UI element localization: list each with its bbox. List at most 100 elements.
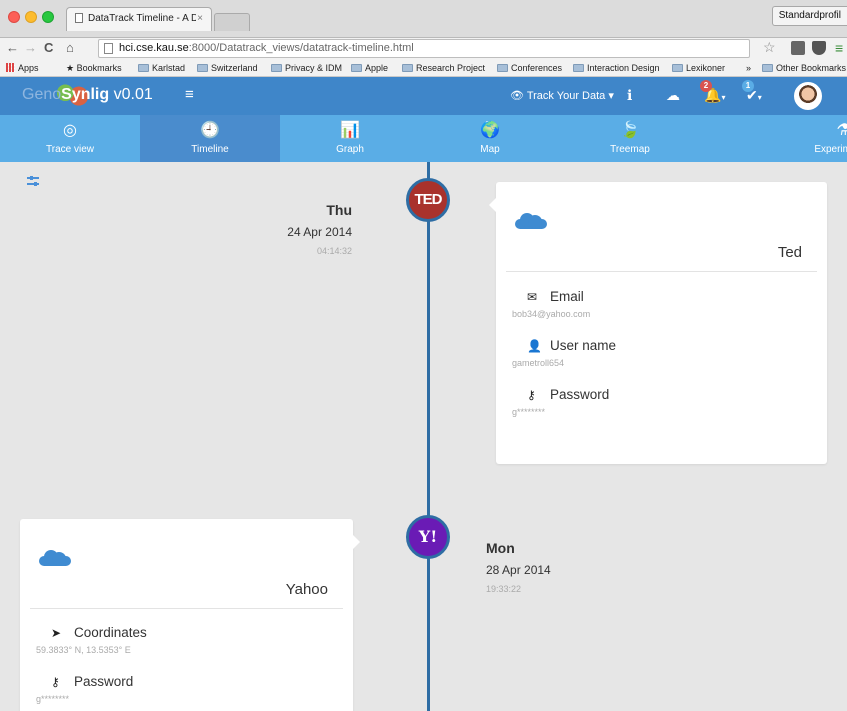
brand-version: v0.01 bbox=[109, 86, 153, 103]
brand-name: Synlig bbox=[61, 86, 110, 103]
bookmark-folder[interactable]: Lexikoner bbox=[672, 63, 725, 73]
bookmark-folder[interactable]: Privacy & IDM bbox=[271, 63, 342, 73]
notification-badge: 2 bbox=[700, 80, 712, 92]
field-label: User name bbox=[550, 338, 617, 353]
browser-tab[interactable]: DataTrack Timeline - A Dat × bbox=[66, 7, 212, 31]
tab-label: Map bbox=[480, 144, 500, 155]
tab-label: Graph bbox=[336, 144, 364, 155]
leaf-icon: 🍃 bbox=[620, 122, 640, 139]
page-icon bbox=[75, 13, 83, 23]
bookmark-folder[interactable]: Apple bbox=[351, 63, 388, 73]
filter-sliders-icon[interactable] bbox=[27, 176, 39, 186]
folder-icon bbox=[762, 64, 773, 72]
yahoo-logo-icon[interactable]: Y! bbox=[406, 515, 450, 559]
folder-icon bbox=[271, 64, 282, 72]
clock-icon: 🕘 bbox=[200, 122, 220, 139]
event-time: 19:33:22 bbox=[486, 584, 522, 594]
cloud-icon bbox=[515, 213, 547, 229]
tab-label: Trace view bbox=[46, 144, 94, 155]
card-pointer bbox=[353, 535, 360, 549]
flask-icon: ⚗ bbox=[836, 122, 847, 139]
tab-experimental[interactable]: ⚗ Experimental bbox=[700, 115, 847, 162]
back-arrow-icon[interactable]: ← bbox=[6, 40, 19, 55]
bookmark-folder[interactable]: Conferences bbox=[497, 63, 562, 73]
event-date-text: 28 Apr 2014 bbox=[486, 563, 551, 577]
field-coordinates: ➤ Coordinates 59.3833° N, 13.5353° E bbox=[36, 625, 147, 655]
key-icon: ⚷ bbox=[51, 675, 60, 689]
field-label: Password bbox=[74, 674, 134, 689]
brand[interactable]: GenoSynlig v0.01 bbox=[22, 84, 153, 106]
view-tabs: ◎ Trace view 🕘 Timeline 📊 Graph 🌍 Map 🍃 … bbox=[0, 115, 847, 162]
event-date: Mon 28 Apr 2014 19:33:22 bbox=[486, 540, 551, 594]
ted-logo-icon[interactable]: TED bbox=[406, 178, 450, 222]
field-label: Coordinates bbox=[74, 625, 147, 640]
bookmark-bookmarks[interactable]: ★ Bookmarks bbox=[66, 63, 122, 74]
reload-icon[interactable]: C bbox=[44, 40, 53, 55]
field-label: Email bbox=[550, 289, 584, 304]
bookmark-star-icon[interactable]: ☆ bbox=[763, 39, 776, 56]
tab-close-icon[interactable]: × bbox=[197, 13, 203, 24]
brand-prefix: Geno bbox=[22, 86, 62, 103]
key-icon: ⚷ bbox=[527, 388, 536, 402]
field-label: Password bbox=[550, 387, 610, 402]
window-zoom-button[interactable] bbox=[42, 11, 54, 23]
url-field[interactable]: hci.cse.kau.se:8000/Datatrack_views/data… bbox=[98, 39, 750, 58]
field-value: 59.3833° N, 13.5353° E bbox=[36, 645, 131, 655]
event-day: Mon bbox=[486, 540, 515, 556]
apps-grid-icon bbox=[6, 63, 15, 72]
forward-arrow-icon[interactable]: → bbox=[24, 40, 37, 55]
event-card[interactable]: Ted ✉ Email bob34@yahoo.com 👤 User name ga… bbox=[489, 182, 827, 464]
field-username: 👤 User name gametroll654 bbox=[512, 338, 616, 368]
address-row: ← → C ⌂ hci.cse.kau.se:8000/Datatrack_vi… bbox=[0, 38, 847, 60]
field-value: g******** bbox=[36, 694, 70, 704]
folder-icon bbox=[497, 64, 508, 72]
app-navbar: GenoSynlig v0.01 ≡ 👁 Track Your Data ▾ ℹ… bbox=[0, 77, 847, 115]
event-card[interactable]: Yahoo ➤ Coordinates 59.3833° N, 13.5353° … bbox=[20, 519, 360, 711]
tab-treemap[interactable]: 🍃 Treemap bbox=[560, 115, 700, 162]
hamburger-menu-icon[interactable]: ≡ bbox=[185, 86, 194, 103]
bar-chart-icon: 📊 bbox=[340, 122, 360, 139]
menu-icon[interactable]: ≡ bbox=[835, 40, 843, 56]
folder-icon bbox=[197, 64, 208, 72]
bookmarks-overflow[interactable]: » bbox=[746, 63, 751, 73]
event-day: Thu bbox=[326, 202, 352, 218]
cloud-download-icon[interactable]: ☁ bbox=[666, 87, 680, 104]
window-close-button[interactable] bbox=[8, 11, 20, 23]
folder-icon bbox=[402, 64, 413, 72]
profile-button[interactable]: Standardprofil bbox=[771, 6, 847, 26]
new-tab-button[interactable] bbox=[214, 13, 250, 31]
window-minimize-button[interactable] bbox=[25, 11, 37, 23]
tab-trace-view[interactable]: ◎ Trace view bbox=[0, 115, 140, 162]
envelope-icon: ✉ bbox=[527, 290, 538, 304]
tab-timeline[interactable]: 🕘 Timeline bbox=[140, 115, 280, 162]
bookmark-folder[interactable]: Switzerland bbox=[197, 63, 258, 73]
tasks-badge: 1 bbox=[742, 80, 754, 92]
extension-icon[interactable] bbox=[791, 41, 805, 55]
service-name: Ted bbox=[777, 244, 802, 261]
home-icon[interactable]: ⌂ bbox=[66, 40, 74, 55]
tab-map[interactable]: 🌍 Map bbox=[420, 115, 560, 162]
tab-graph[interactable]: 📊 Graph bbox=[280, 115, 420, 162]
bookmark-folder[interactable]: Research Project bbox=[402, 63, 485, 73]
card-pointer bbox=[489, 198, 496, 212]
browser-titlebar: DataTrack Timeline - A Dat × Standardpro… bbox=[0, 0, 847, 38]
service-name: Yahoo bbox=[285, 581, 328, 598]
url-host: hci.cse.kau.se bbox=[119, 42, 189, 54]
avatar[interactable] bbox=[794, 82, 822, 110]
location-arrow-icon: ➤ bbox=[51, 626, 62, 640]
divider bbox=[30, 608, 343, 609]
globe-icon: 🌍 bbox=[480, 122, 500, 139]
pocket-icon[interactable] bbox=[812, 41, 826, 55]
folder-icon bbox=[351, 64, 362, 72]
divider bbox=[506, 271, 817, 272]
folder-icon bbox=[672, 64, 683, 72]
bookmark-apps[interactable]: Apps bbox=[6, 63, 39, 73]
timeline-axis bbox=[427, 162, 430, 711]
tab-title: DataTrack Timeline - A Dat bbox=[88, 13, 196, 24]
folder-icon bbox=[138, 64, 149, 72]
track-your-data-dropdown[interactable]: 👁 Track Your Data ▾ bbox=[510, 89, 614, 102]
bookmark-folder[interactable]: Interaction Design bbox=[573, 63, 660, 73]
info-icon[interactable]: ℹ bbox=[627, 87, 632, 104]
bookmark-folder[interactable]: Karlstad bbox=[138, 63, 185, 73]
bookmark-other[interactable]: Other Bookmarks bbox=[762, 63, 846, 73]
